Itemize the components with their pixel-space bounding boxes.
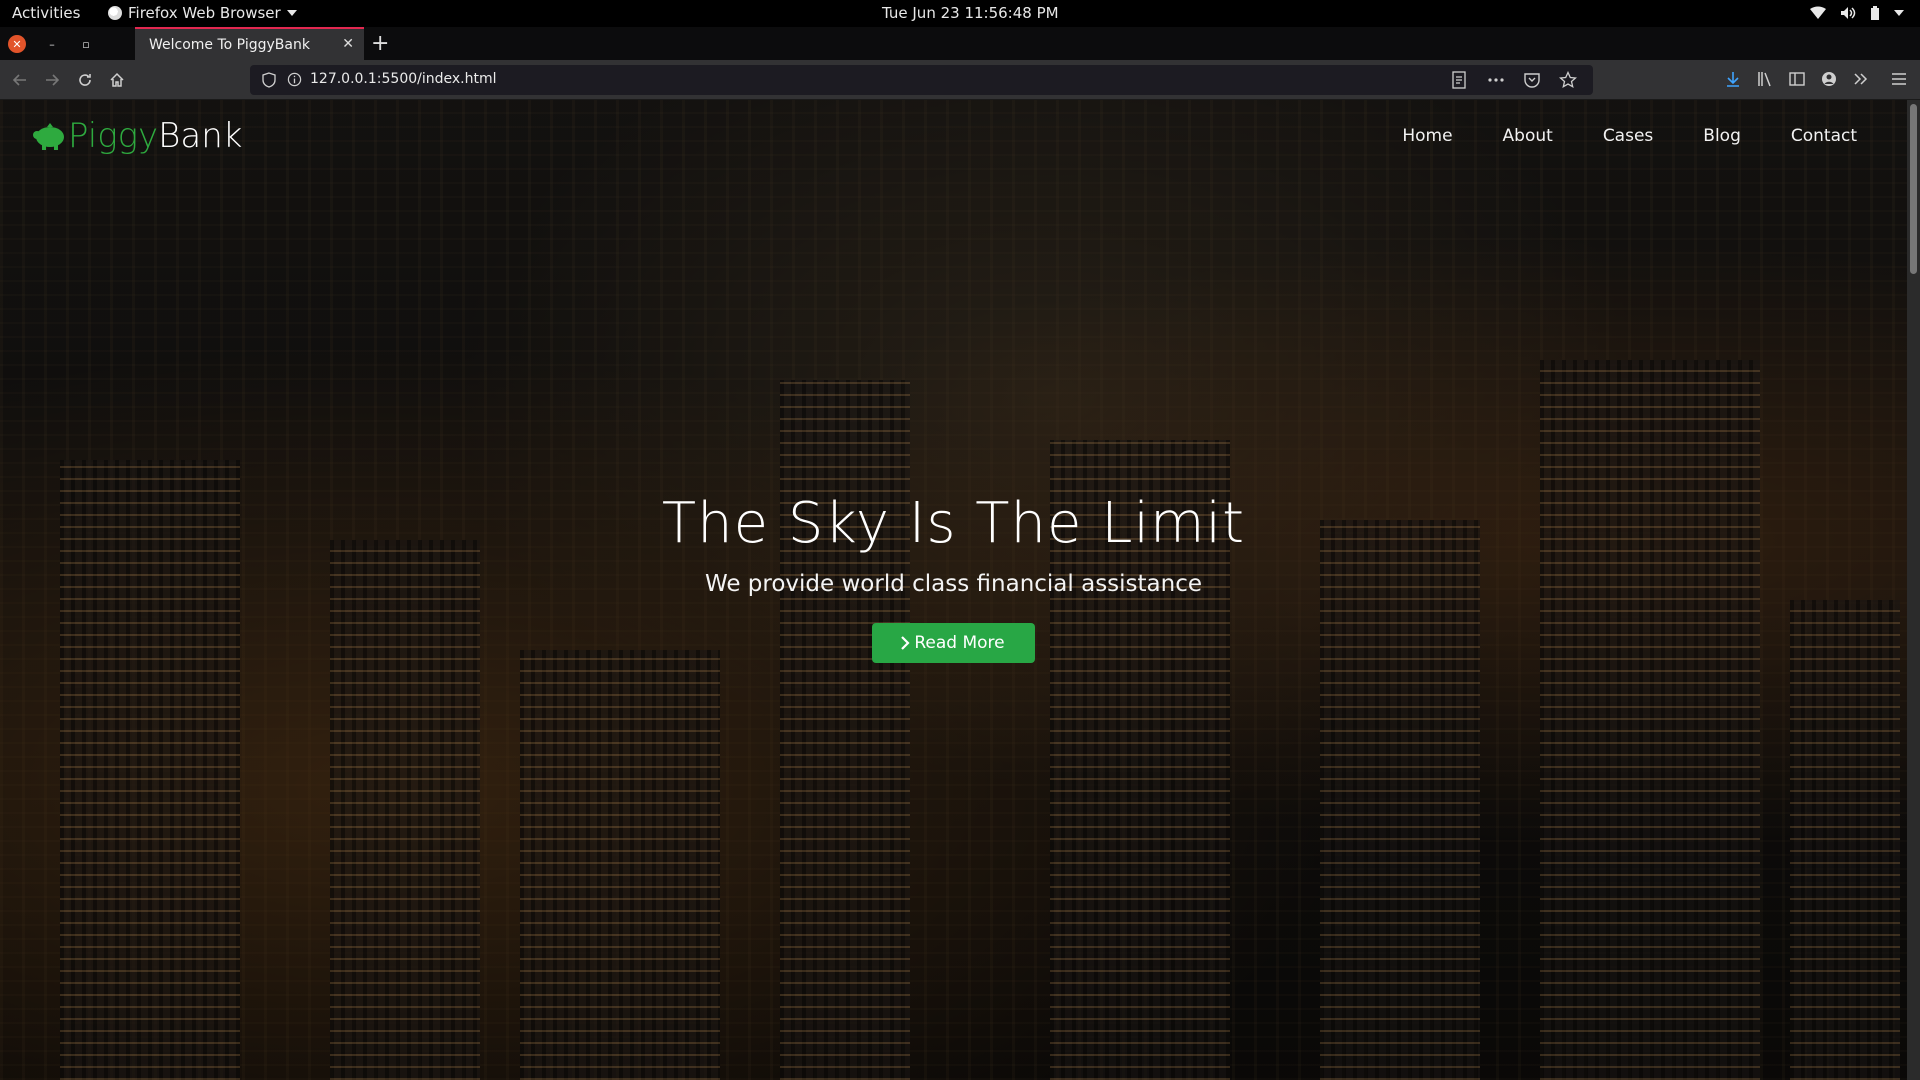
browser-tab[interactable]: Welcome To PiggyBank ✕ xyxy=(135,27,364,60)
overflow-icon[interactable] xyxy=(1852,70,1870,88)
chevron-down-icon xyxy=(1894,10,1904,16)
forward-icon[interactable] xyxy=(42,70,62,90)
info-icon[interactable] xyxy=(287,72,302,87)
nav-contact[interactable]: Contact xyxy=(1791,126,1857,146)
nav-cases[interactable]: Cases xyxy=(1603,126,1653,146)
page-scrollbar[interactable] xyxy=(1907,100,1920,1080)
scrollbar-thumb[interactable] xyxy=(1910,104,1917,274)
back-icon[interactable] xyxy=(10,70,30,90)
home-icon[interactable] xyxy=(107,70,127,90)
app-menu-label: Firefox Web Browser xyxy=(128,4,281,22)
reload-icon[interactable] xyxy=(75,70,95,90)
wifi-icon xyxy=(1810,6,1826,19)
logo-text-bank: Bank xyxy=(158,116,243,156)
url-text[interactable]: 127.0.0.1:5500/index.html xyxy=(310,71,497,87)
site-logo[interactable]: Piggy Bank xyxy=(30,116,242,156)
window-close-button[interactable]: ✕ xyxy=(8,35,26,53)
page-actions-icon[interactable] xyxy=(1487,71,1505,89)
shield-icon[interactable] xyxy=(262,72,276,88)
piggy-bank-icon xyxy=(33,123,64,150)
logo-text-piggy: Piggy xyxy=(68,116,159,156)
app-menu[interactable]: Firefox Web Browser xyxy=(108,4,297,22)
navigation-toolbar: 127.0.0.1:5500/index.html xyxy=(0,60,1920,100)
nav-blog[interactable]: Blog xyxy=(1703,126,1741,146)
sidebar-icon[interactable] xyxy=(1788,70,1806,88)
hero-subtitle: We provide world class financial assista… xyxy=(704,571,1203,598)
window-maximize-button[interactable]: ▫ xyxy=(77,35,95,53)
url-bar[interactable]: 127.0.0.1:5500/index.html xyxy=(250,65,1593,95)
reader-view-icon[interactable] xyxy=(1451,71,1469,89)
close-icon[interactable]: ✕ xyxy=(342,36,354,52)
clock[interactable]: Tue Jun 23 11:56:48 PM xyxy=(882,4,1059,22)
system-tray[interactable] xyxy=(1810,6,1904,20)
site-header: Piggy Bank Home About Cases Blog Contact xyxy=(0,100,1907,170)
bookmark-star-icon[interactable] xyxy=(1558,70,1578,89)
new-tab-button[interactable]: + xyxy=(371,31,389,56)
system-top-bar: Activities Firefox Web Browser Tue Jun 2… xyxy=(0,0,1920,27)
downloads-icon[interactable] xyxy=(1724,70,1742,88)
firefox-icon xyxy=(108,6,122,20)
library-icon[interactable] xyxy=(1756,70,1774,88)
pocket-icon[interactable] xyxy=(1523,71,1541,89)
nav-about[interactable]: About xyxy=(1503,126,1553,146)
hero-title: The Sky Is The Limit xyxy=(661,491,1246,556)
read-more-button[interactable]: Read More xyxy=(872,623,1035,664)
main-navigation: Home About Cases Blog Contact xyxy=(1402,126,1857,146)
tab-strip: ✕ – ▫ Welcome To PiggyBank ✕ + xyxy=(0,27,1920,60)
activities-button[interactable]: Activities xyxy=(12,4,80,22)
read-more-label: Read More xyxy=(914,633,1005,654)
chevron-right-icon xyxy=(901,636,910,650)
battery-icon xyxy=(1871,6,1879,20)
account-icon[interactable] xyxy=(1820,70,1838,88)
hero-section: The Sky Is The Limit We provide world cl… xyxy=(0,490,1907,664)
nav-home[interactable]: Home xyxy=(1402,126,1452,146)
window-minimize-button[interactable]: – xyxy=(43,35,61,53)
chevron-down-icon xyxy=(286,10,297,16)
page-viewport: Piggy Bank Home About Cases Blog Contact … xyxy=(0,100,1907,1080)
hamburger-menu-icon[interactable] xyxy=(1890,70,1908,88)
volume-icon xyxy=(1841,7,1856,19)
tab-title: Welcome To PiggyBank xyxy=(149,36,310,53)
